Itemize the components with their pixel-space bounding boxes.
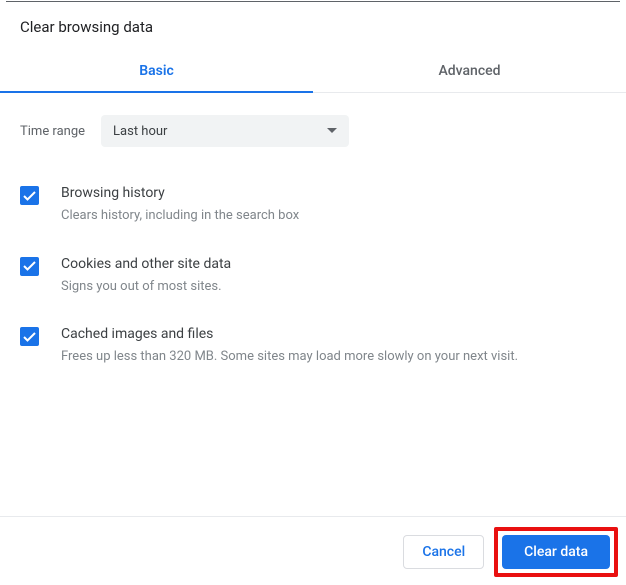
option-desc: Frees up less than 320 MB. Some sites ma…: [61, 347, 606, 367]
checkmark-icon: [23, 191, 36, 201]
option-text: Cookies and other site data Signs you ou…: [61, 256, 606, 297]
clear-data-button[interactable]: Clear data: [502, 535, 610, 569]
tab-advanced[interactable]: Advanced: [313, 50, 626, 92]
annotation-highlight: Clear data: [494, 527, 618, 577]
dialog-title: Clear browsing data: [0, 2, 626, 50]
timerange-value: Last hour: [113, 124, 167, 139]
timerange-row: Time range Last hour: [20, 115, 606, 147]
checkbox-browsing-history[interactable]: [20, 186, 39, 205]
option-text: Cached images and files Frees up less th…: [61, 326, 606, 367]
option-cookies: Cookies and other site data Signs you ou…: [20, 256, 606, 297]
option-title: Cached images and files: [61, 326, 606, 342]
checkbox-cached[interactable]: [20, 327, 39, 346]
checkmark-icon: [23, 261, 36, 271]
dropdown-caret-icon: [327, 128, 337, 134]
timerange-select[interactable]: Last hour: [101, 115, 349, 147]
content-area: Time range Last hour Browsing history Cl…: [0, 93, 626, 367]
timerange-label: Time range: [20, 124, 85, 139]
option-cached: Cached images and files Frees up less th…: [20, 326, 606, 367]
option-title: Browsing history: [61, 185, 606, 201]
cancel-button[interactable]: Cancel: [403, 535, 484, 569]
option-desc: Signs you out of most sites.: [61, 277, 606, 297]
option-text: Browsing history Clears history, includi…: [61, 185, 606, 226]
dialog-footer: Cancel Clear data: [0, 516, 626, 585]
tabs: Basic Advanced: [0, 50, 626, 93]
option-title: Cookies and other site data: [61, 256, 606, 272]
option-desc: Clears history, including in the search …: [61, 206, 606, 226]
checkbox-cookies[interactable]: [20, 257, 39, 276]
tab-basic[interactable]: Basic: [0, 50, 313, 92]
option-browsing-history: Browsing history Clears history, includi…: [20, 185, 606, 226]
checkmark-icon: [23, 332, 36, 342]
